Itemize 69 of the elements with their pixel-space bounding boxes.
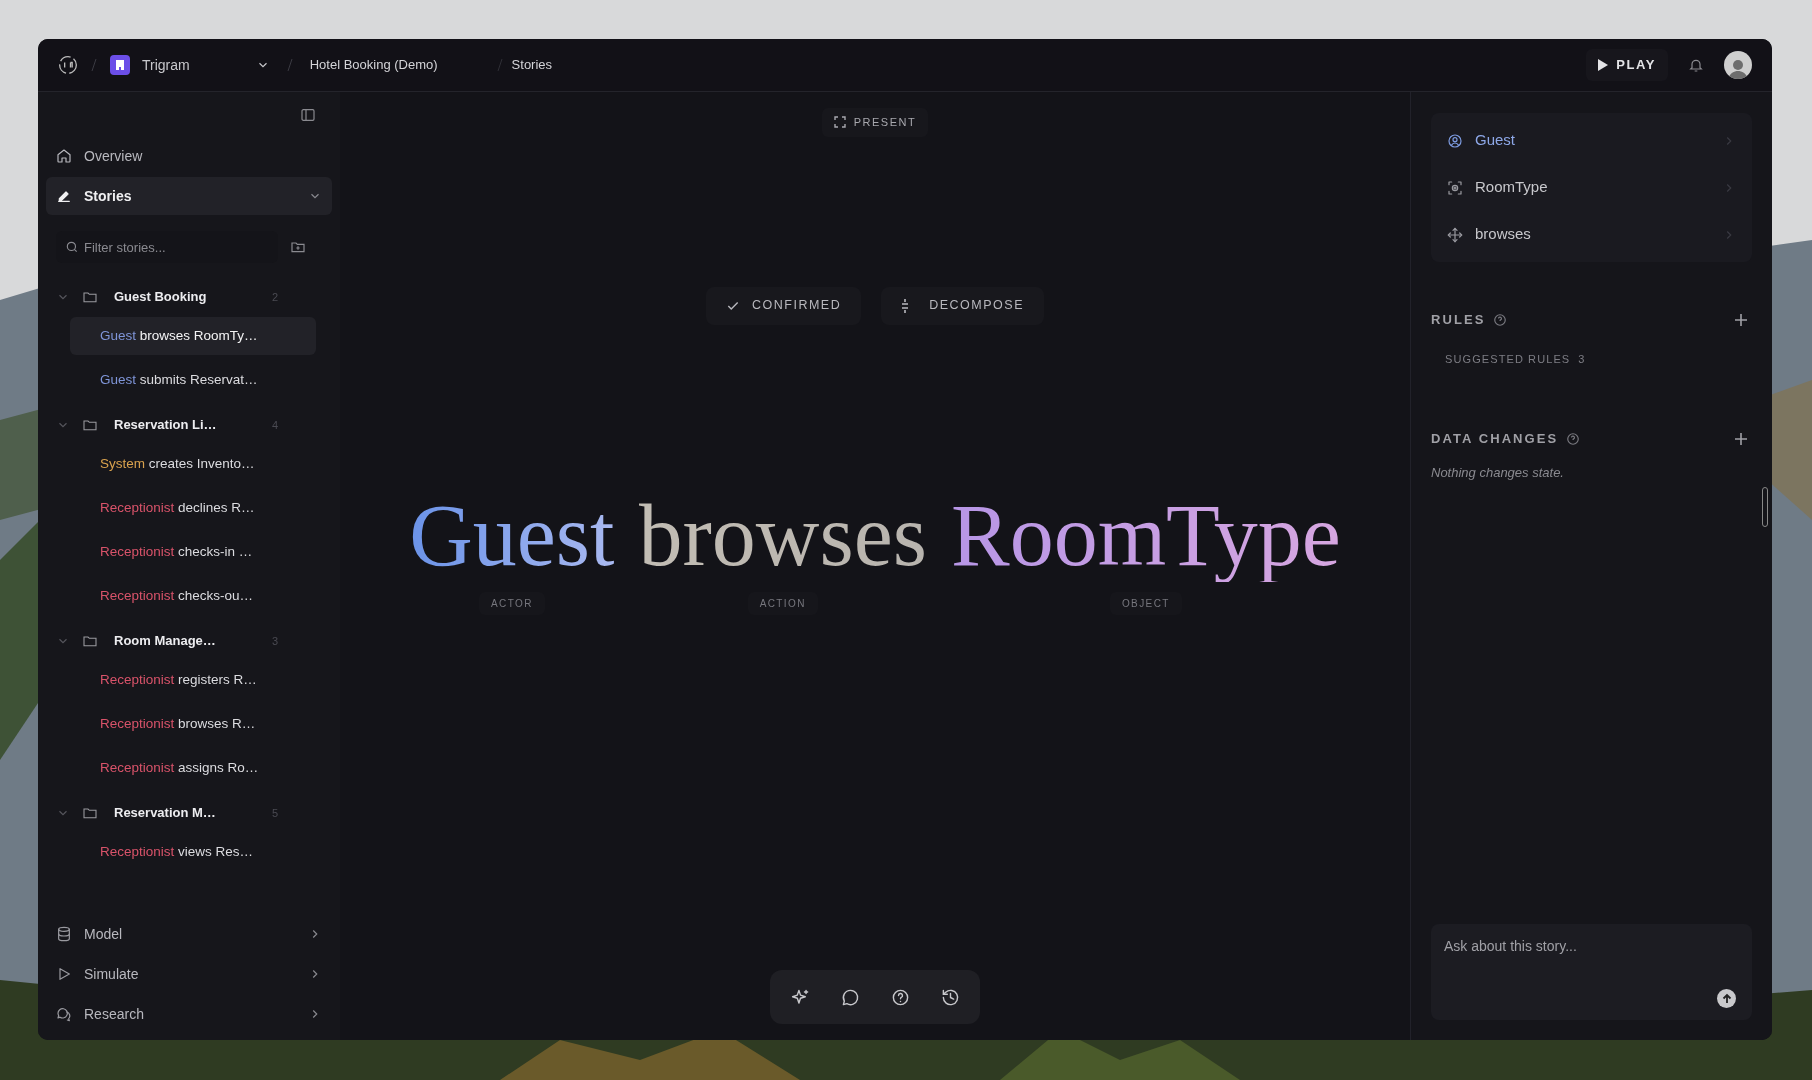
confirmed-button[interactable]: CONFIRMED <box>706 286 862 325</box>
help-icon <box>1566 431 1581 446</box>
breadcrumb-link[interactable]: Hotel Booking (Demo) <box>309 55 438 75</box>
decompose-button[interactable]: DECOMPOSE <box>881 286 1044 325</box>
workspace-selector[interactable]: Trigram <box>142 54 270 76</box>
divider-slash-icon <box>495 57 504 73</box>
history-icon <box>940 987 960 1007</box>
story-item[interactable]: Receptionist views Res… <box>70 833 316 871</box>
folder-plus-icon <box>290 239 306 255</box>
nav-item[interactable]: Stories <box>46 177 332 215</box>
help-icon <box>890 987 910 1007</box>
section-title: DATA CHANGES <box>1431 430 1559 448</box>
play-icon <box>56 966 72 982</box>
nav-item[interactable]: Overview <box>46 137 332 175</box>
chat-input-field[interactable]: Ask about this story... <box>1431 924 1752 1020</box>
folder-icon <box>82 417 98 433</box>
collapse-sidebar-button[interactable] <box>300 107 316 123</box>
divider-slash-icon <box>285 57 294 73</box>
nav-item[interactable]: Simulate <box>46 954 332 994</box>
logo-icon <box>58 55 78 75</box>
sparkle-icon <box>790 987 810 1007</box>
entity-row[interactable]: browses <box>1431 211 1752 258</box>
home-icon <box>56 148 72 164</box>
folder-icon <box>82 289 98 305</box>
database-icon <box>56 926 72 942</box>
divider-slash-icon <box>90 57 98 73</box>
sidebar-panel-icon <box>300 107 316 123</box>
story-item[interactable]: Guest submits Reservat… <box>70 361 316 399</box>
folder-icon <box>82 805 98 821</box>
notifications-button[interactable] <box>1688 57 1704 73</box>
section-title: RULES <box>1431 311 1486 329</box>
play-icon <box>1598 59 1609 71</box>
story-item[interactable]: Guest browses RoomTy… <box>70 317 316 355</box>
story-item[interactable]: Receptionist registers R… <box>70 661 316 699</box>
person-icon <box>1447 132 1463 149</box>
move-arrows-icon <box>1447 226 1463 243</box>
story-item[interactable]: Receptionist checks-in … <box>70 533 316 571</box>
new-folder-button[interactable] <box>290 239 306 255</box>
nav-item[interactable]: Model <box>46 914 332 954</box>
empty-state-text: Nothing changes state. <box>1431 463 1565 482</box>
avatar[interactable] <box>1724 51 1752 79</box>
search-icon <box>65 240 79 254</box>
scrollbar-thumb <box>1762 487 1768 527</box>
help-icon <box>1493 312 1508 327</box>
story-item[interactable]: Receptionist checks-ou… <box>70 577 316 615</box>
present-button[interactable]: PRESENT <box>821 108 929 137</box>
chat-bubbles-icon <box>56 1006 72 1022</box>
arrow-up-icon <box>1720 992 1733 1005</box>
plus-icon <box>1734 431 1748 446</box>
fullscreen-icon <box>833 116 846 129</box>
story-item[interactable]: Receptionist declines R… <box>70 489 316 527</box>
suggested-rules-toggle[interactable]: SUGGESTED RULES 3 <box>1445 350 1586 367</box>
story-item[interactable]: Receptionist assigns Ro… <box>70 749 316 787</box>
add-button[interactable] <box>1734 431 1748 446</box>
play-button[interactable]: PLAY <box>1586 49 1668 81</box>
scan-target-icon <box>1447 179 1463 196</box>
entity-row[interactable]: RoomType <box>1431 164 1752 211</box>
entity-row[interactable]: Guest <box>1431 117 1752 164</box>
comment-icon <box>840 987 860 1007</box>
building-icon <box>110 55 130 75</box>
breadcrumb-current: Stories <box>511 56 553 75</box>
add-button[interactable] <box>1734 312 1748 327</box>
bell-icon <box>1688 57 1704 73</box>
folder-icon <box>82 633 98 649</box>
story-item[interactable]: Receptionist browses R… <box>70 705 316 743</box>
nav-item[interactable]: Research <box>46 994 332 1034</box>
plus-icon <box>1734 312 1748 327</box>
split-icon <box>901 298 910 313</box>
story-item[interactable]: System creates Invento… <box>70 445 316 483</box>
